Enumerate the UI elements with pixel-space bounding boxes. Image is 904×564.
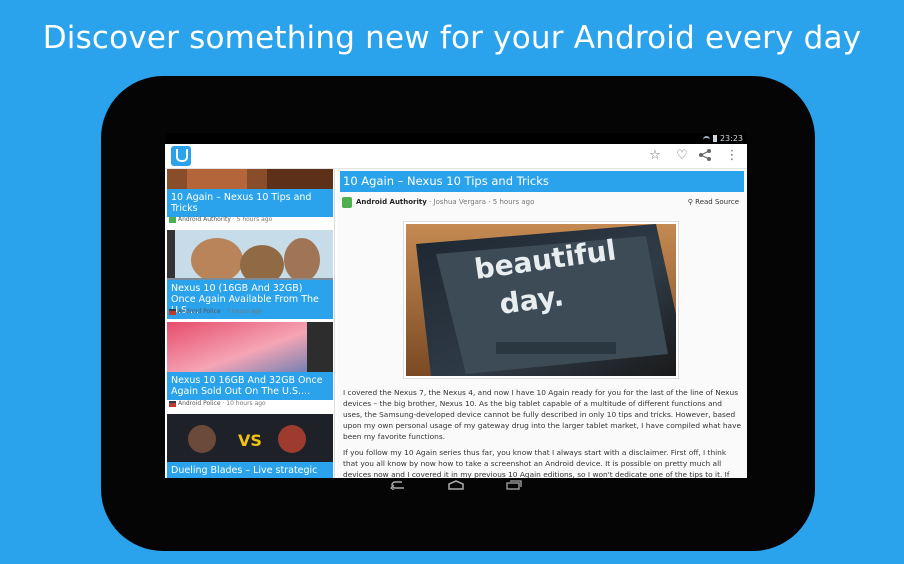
- action-bar: ☆ ♡ ⋮: [165, 144, 747, 169]
- svg-text:VS: VS: [238, 431, 262, 450]
- android-police-icon: [169, 401, 176, 407]
- recent-apps-icon[interactable]: [504, 479, 524, 495]
- status-time: 23:23: [719, 134, 743, 143]
- list-item-title: Nexus 10 16GB And 32GB Once Again Sold O…: [167, 372, 333, 400]
- star-icon[interactable]: ☆: [647, 148, 663, 164]
- heart-icon[interactable]: ♡: [674, 148, 690, 164]
- headline: Discover something new for your Android …: [42, 20, 862, 56]
- list-item-title: 10 Again – Nexus 10 Tips and Tricks: [167, 189, 333, 217]
- list-item[interactable]: 10 Again – Nexus 10 Tips and Tricks Andr…: [167, 169, 333, 227]
- thumbnail-image: VS: [167, 414, 333, 469]
- app-logo-icon[interactable]: [171, 146, 191, 166]
- article-pane: 10 Again – Nexus 10 Tips and Tricks Andr…: [337, 169, 747, 478]
- article-list: 10 Again – Nexus 10 Tips and Tricks Andr…: [165, 169, 335, 478]
- article-author-time: · Joshua Vergara · 5 hours ago: [429, 198, 535, 206]
- list-item[interactable]: Nexus 10 16GB And 32GB Once Again Sold O…: [167, 322, 333, 412]
- android-authority-icon: [169, 217, 176, 223]
- battery-icon: [712, 135, 717, 142]
- article-hero-image: beautiful day.: [403, 221, 679, 379]
- hero-photo: beautiful day.: [406, 224, 676, 376]
- article-title: 10 Again – Nexus 10 Tips and Tricks: [340, 171, 744, 192]
- share-icon[interactable]: [697, 148, 713, 164]
- list-item[interactable]: Nexus 10 (16GB And 32GB) Once Again Avai…: [167, 230, 333, 320]
- android-police-icon: [169, 309, 176, 315]
- list-item-meta: Android Police · 10 hours ago: [167, 399, 333, 409]
- overflow-menu-icon[interactable]: ⋮: [724, 148, 740, 164]
- list-item-meta: Android Police · 7 hours ago: [167, 307, 333, 317]
- list-item-title: Dueling Blades – Live strategic: [167, 462, 333, 478]
- status-bar: 23:23: [165, 133, 747, 144]
- article-byline: Android Authority · Joshua Vergara · 5 h…: [342, 196, 742, 208]
- home-icon[interactable]: [446, 479, 466, 495]
- app-screen: 23:23 ☆ ♡ ⋮ 10 Again – Nexus 10 Tips and…: [165, 133, 747, 478]
- list-item-meta: Android Authority · 5 hours ago: [167, 215, 333, 225]
- article-paragraph: If you follow my 10 Again series thus fa…: [343, 448, 730, 478]
- source-favicon: [342, 196, 352, 208]
- article-source: Android Authority: [356, 198, 427, 206]
- article-paragraph: I covered the Nexus 7, the Nexus 4, and …: [343, 388, 741, 441]
- read-source-link[interactable]: ⚲ Read Source: [688, 196, 739, 208]
- android-nav-bar: [370, 479, 550, 495]
- back-icon[interactable]: [388, 479, 408, 495]
- list-item[interactable]: VS Dueling Blades – Live strategic: [167, 414, 333, 478]
- article-body: I covered the Nexus 7, the Nexus 4, and …: [343, 387, 741, 478]
- thumbnail-image: [167, 169, 333, 189]
- wifi-icon: [702, 135, 710, 142]
